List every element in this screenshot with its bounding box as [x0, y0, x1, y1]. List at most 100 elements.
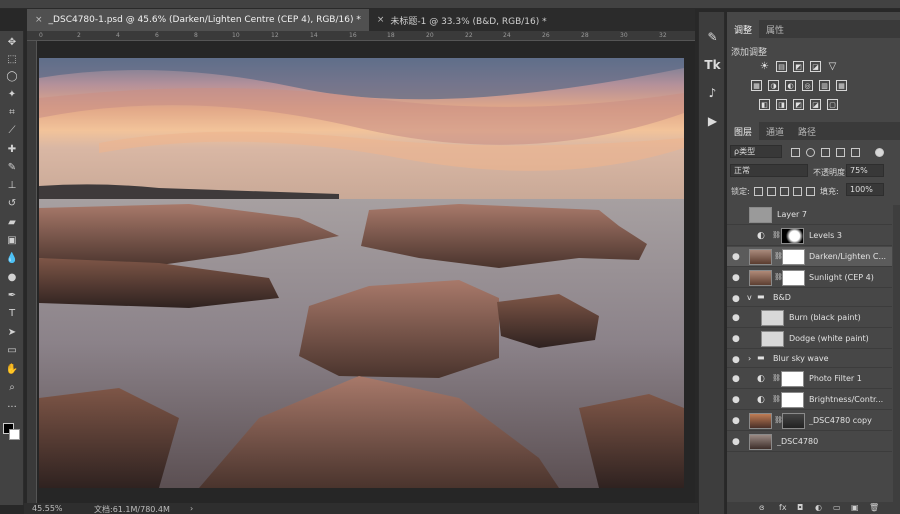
- add-mask-icon[interactable]: ◘: [797, 503, 803, 512]
- lock-all-icon[interactable]: [806, 187, 815, 196]
- play-icon[interactable]: ▶: [704, 112, 721, 130]
- exposure-icon[interactable]: ◪: [810, 61, 821, 72]
- tk-panel-icon[interactable]: Tk: [704, 56, 721, 74]
- layer-group-row[interactable]: ● › ▬ Blur sky wave: [727, 350, 892, 368]
- hand-icon[interactable]: ✋: [3, 361, 21, 378]
- layer-row[interactable]: ● ◐ ⛓ Photo Filter 1: [727, 369, 892, 389]
- delete-layer-icon[interactable]: 🗑: [869, 503, 879, 512]
- vertical-ruler[interactable]: [27, 41, 37, 503]
- vibrance-icon[interactable]: ▽: [827, 61, 838, 72]
- history-brush-icon[interactable]: ↺: [3, 195, 21, 212]
- lock-artboard-icon[interactable]: [793, 187, 802, 196]
- canvas-image[interactable]: [39, 58, 684, 488]
- visibility-eye-icon[interactable]: ●: [732, 374, 740, 384]
- type-icon[interactable]: T: [3, 305, 21, 322]
- layer-row[interactable]: ● _DSC4780: [727, 432, 892, 452]
- layer-row[interactable]: ● ⛓ _DSC4780 copy: [727, 411, 892, 431]
- visibility-eye-icon[interactable]: ●: [732, 355, 740, 365]
- new-layer-icon[interactable]: ▣: [851, 503, 859, 512]
- visibility-eye-icon[interactable]: ●: [732, 334, 740, 344]
- layer-row[interactable]: ◐ ⛓ Levels 3: [727, 226, 892, 246]
- zoom-icon[interactable]: ⌕: [3, 379, 21, 396]
- threshold-icon[interactable]: ◩: [793, 99, 804, 110]
- layer-mask-thumbnail[interactable]: [782, 413, 805, 429]
- layer-mask-thumbnail[interactable]: [782, 249, 805, 265]
- marquee-icon[interactable]: ⬚: [3, 51, 21, 68]
- dodge-icon[interactable]: ●: [3, 269, 21, 286]
- visibility-eye-icon[interactable]: ●: [732, 294, 740, 304]
- pen-icon[interactable]: ✒: [3, 287, 21, 304]
- magic-wand-icon[interactable]: ✦: [3, 86, 21, 103]
- fx-icon[interactable]: fx: [779, 503, 787, 512]
- layer-mask-thumbnail[interactable]: [781, 392, 804, 408]
- curves-icon[interactable]: ◩: [793, 61, 804, 72]
- visibility-eye-icon[interactable]: ●: [732, 273, 740, 283]
- lasso-icon[interactable]: ◯: [3, 68, 21, 85]
- link-layers-icon[interactable]: ɞ: [759, 503, 764, 512]
- action-icon[interactable]: ♪: [704, 84, 721, 102]
- layer-mask-thumbnail[interactable]: [782, 270, 805, 286]
- move-icon[interactable]: ✥: [3, 34, 21, 51]
- visibility-eye-icon[interactable]: ●: [732, 252, 740, 262]
- visibility-eye-icon[interactable]: ●: [732, 416, 740, 426]
- visibility-eye-icon[interactable]: ●: [732, 437, 740, 447]
- lock-pixels-icon[interactable]: [767, 187, 776, 196]
- invert-icon[interactable]: ◧: [759, 99, 770, 110]
- brightness-icon[interactable]: ☀: [759, 61, 770, 72]
- layer-filter-dropdown[interactable]: ρ类型: [730, 145, 782, 158]
- photo-filter-icon[interactable]: ◎: [802, 80, 813, 91]
- clone-stamp-icon[interactable]: ⊥: [3, 177, 21, 194]
- mask-link-icon[interactable]: ⛓: [772, 395, 781, 403]
- layer-row[interactable]: ● Burn (black paint): [727, 308, 892, 328]
- gradient-icon[interactable]: ▣: [3, 232, 21, 249]
- lock-position-icon[interactable]: [780, 187, 789, 196]
- layer-mask-thumbnail[interactable]: [781, 371, 804, 387]
- color-lookup-icon[interactable]: ▦: [836, 80, 847, 91]
- eraser-icon[interactable]: ▰: [3, 214, 21, 231]
- layer-row[interactable]: Layer 7: [727, 205, 892, 225]
- lock-transparent-icon[interactable]: [754, 187, 763, 196]
- brush-preset-icon[interactable]: ✎: [704, 28, 721, 46]
- layer-row-selected[interactable]: ● ⛓ Darken/Lighten C...: [727, 247, 892, 267]
- document-tab-inactive[interactable]: × 未标题-1 @ 33.3% (B&D, RGB/16) *: [369, 9, 555, 31]
- levels-icon[interactable]: ▤: [776, 61, 787, 72]
- path-selection-icon[interactable]: ➤: [3, 324, 21, 341]
- close-tab-icon[interactable]: ×: [377, 15, 385, 25]
- opacity-input[interactable]: 75%: [846, 164, 884, 177]
- hue-saturation-icon[interactable]: ▦: [751, 80, 762, 91]
- posterize-icon[interactable]: ◨: [776, 99, 787, 110]
- layer-row[interactable]: ● ⛓ Sunlight (CEP 4): [727, 268, 892, 288]
- black-white-icon[interactable]: ◐: [785, 80, 796, 91]
- visibility-eye-icon[interactable]: ●: [732, 313, 740, 323]
- close-tab-icon[interactable]: ×: [35, 15, 43, 25]
- filter-pixel-icon[interactable]: [791, 148, 800, 157]
- tab-channels[interactable]: 通道: [759, 122, 791, 140]
- filter-smart-object-icon[interactable]: [851, 148, 860, 157]
- layers-scrollbar[interactable]: [893, 205, 900, 505]
- gradient-map-icon[interactable]: ▢: [827, 99, 838, 110]
- mask-link-icon[interactable]: ⛓: [772, 231, 781, 239]
- new-group-icon[interactable]: ▭: [833, 503, 841, 512]
- filter-adjustment-icon[interactable]: [806, 148, 815, 157]
- new-adjustment-icon[interactable]: ◐: [815, 503, 822, 512]
- layer-mask-thumbnail[interactable]: [781, 228, 804, 244]
- selective-color-icon[interactable]: ◪: [810, 99, 821, 110]
- document-tab-active[interactable]: × _DSC4780-1.psd @ 45.6% (Darken/Lighten…: [27, 9, 369, 31]
- channel-mixer-icon[interactable]: ▥: [819, 80, 830, 91]
- horizontal-ruler[interactable]: 0 2 4 6 8 10 12 14 16 18 20 22 24 26 28 …: [27, 31, 695, 41]
- layer-row[interactable]: ● Dodge (white paint): [727, 329, 892, 349]
- healing-brush-icon[interactable]: ✚: [3, 141, 21, 158]
- brush-icon[interactable]: ✎: [3, 159, 21, 176]
- fill-input[interactable]: 100%: [846, 183, 884, 196]
- group-expand-icon[interactable]: v: [747, 293, 752, 302]
- tab-adjustments[interactable]: 调整: [727, 20, 760, 38]
- tab-paths[interactable]: 路径: [791, 122, 823, 140]
- filter-shape-icon[interactable]: [836, 148, 845, 157]
- zoom-level[interactable]: 45.55%: [32, 504, 63, 513]
- color-balance-icon[interactable]: ◑: [768, 80, 779, 91]
- blend-mode-dropdown[interactable]: 正常: [730, 164, 808, 177]
- crop-icon[interactable]: ⌗: [3, 104, 21, 121]
- filter-toggle-icon[interactable]: [875, 148, 884, 157]
- rectangle-icon[interactable]: ▭: [3, 342, 21, 359]
- blur-icon[interactable]: 💧: [3, 250, 21, 267]
